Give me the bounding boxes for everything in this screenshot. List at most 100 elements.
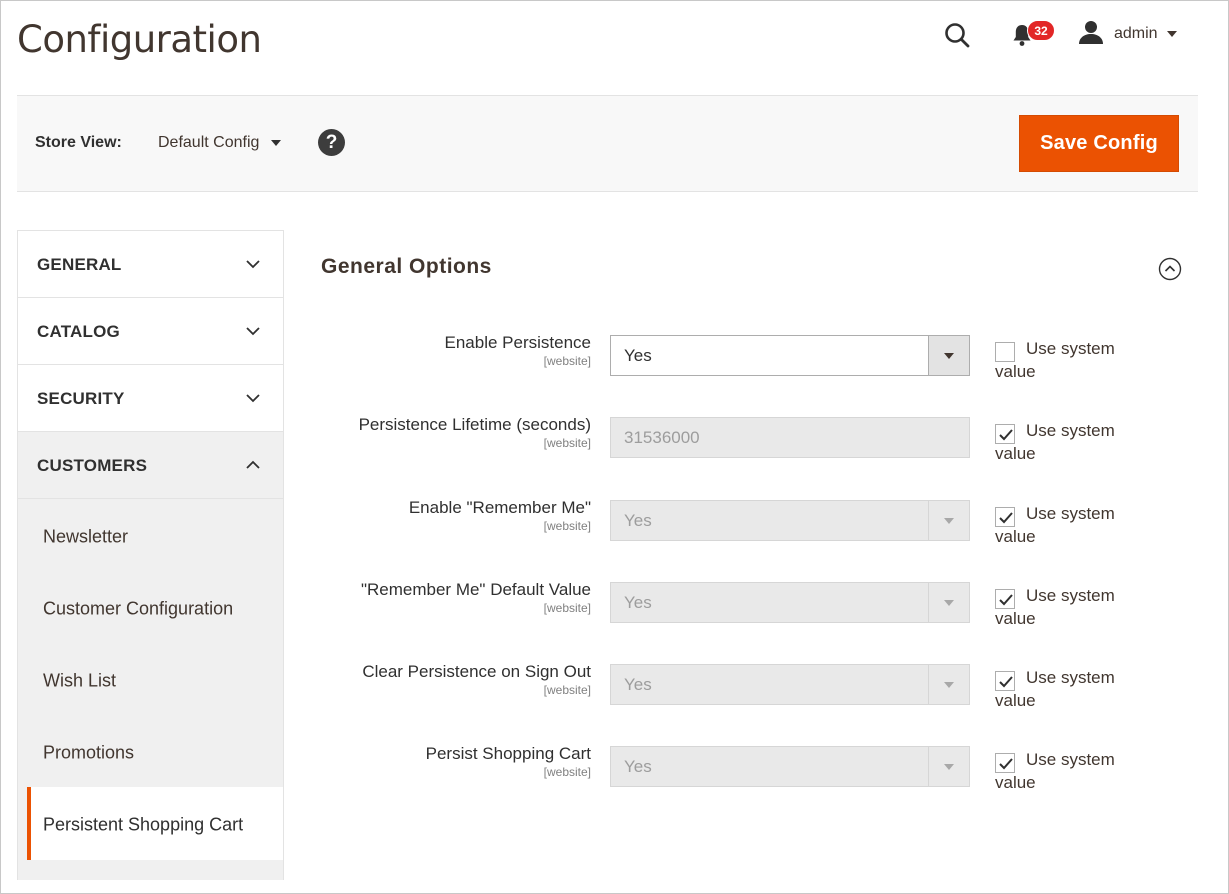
sidebar-item-newsletter[interactable]: Newsletter <box>18 499 283 571</box>
field-scope: [website] <box>543 765 591 779</box>
use-system-label-line2: value <box>995 362 1036 381</box>
use-system-label: Use system <box>1026 586 1115 605</box>
field-row-persist-shopping-cart: Persist Shopping Cart [website] Yes Use … <box>300 744 1180 814</box>
field-row-clear-persistence: Clear Persistence on Sign Out [website] … <box>300 662 1180 732</box>
user-icon <box>1078 20 1104 49</box>
sidebar-item-customer-configuration[interactable]: Customer Configuration <box>18 571 283 643</box>
use-system-checkbox[interactable] <box>995 753 1015 773</box>
dropdown-arrow-icon <box>928 665 969 704</box>
use-system-checkbox[interactable] <box>995 424 1015 444</box>
field-label-block: Clear Persistence on Sign Out [website] <box>271 662 591 698</box>
sidebar-section-label: SECURITY <box>37 389 125 408</box>
check-icon <box>999 429 1013 441</box>
field-label-block: Enable "Remember Me" [website] <box>271 498 591 534</box>
sidebar-item-wish-list[interactable]: Wish List <box>18 643 283 715</box>
chevron-down-icon <box>246 260 260 269</box>
field-row-enable-remember-me: Enable "Remember Me" [website] Yes Use s… <box>300 498 1180 568</box>
user-menu[interactable]: admin <box>1078 20 1177 48</box>
remember-me-default-select[interactable]: Yes <box>610 582 970 623</box>
save-config-button[interactable]: Save Config <box>1019 115 1179 172</box>
use-system-label: Use system <box>1026 668 1115 687</box>
use-system-value[interactable]: Use system value <box>995 419 1155 465</box>
check-icon <box>999 676 1013 688</box>
field-scope: [website] <box>543 354 591 368</box>
select-value: Yes <box>624 511 652 530</box>
sidebar-section-label: GENERAL <box>37 255 122 274</box>
dropdown-arrow-icon <box>928 336 969 375</box>
field-scope: [website] <box>543 519 591 533</box>
use-system-label: Use system <box>1026 421 1115 440</box>
customers-submenu: Newsletter Customer Configuration Wish L… <box>17 498 284 860</box>
sidebar-section-security[interactable]: SECURITY <box>17 364 284 431</box>
use-system-value[interactable]: Use system value <box>995 502 1155 548</box>
enable-persistence-select[interactable]: Yes <box>610 335 970 376</box>
sidebar-item-promotions[interactable]: Promotions <box>18 715 283 787</box>
use-system-label-line2: value <box>995 527 1036 546</box>
search-icon[interactable] <box>943 21 971 49</box>
field-row-remember-me-default: "Remember Me" Default Value [website] Ye… <box>300 580 1180 650</box>
sidebar-tail <box>17 860 284 880</box>
input-value: 31536000 <box>624 428 700 447</box>
clear-persistence-select[interactable]: Yes <box>610 664 970 705</box>
config-sidebar: GENERAL CATALOG SECURITY CUSTOMERS Newsl… <box>17 230 284 880</box>
use-system-label-line2: value <box>995 609 1036 628</box>
use-system-label-line2: value <box>995 773 1036 792</box>
check-icon <box>999 512 1013 524</box>
help-icon[interactable]: ? <box>318 129 345 156</box>
sidebar-item-label: Customer Configuration <box>43 598 234 619</box>
store-view-bar: Store View: Default Config ? Save Config <box>17 95 1198 192</box>
persistence-lifetime-input[interactable]: 31536000 <box>610 417 970 458</box>
field-label: Enable Persistence <box>444 333 591 352</box>
chevron-up-circle-icon[interactable] <box>1158 257 1182 281</box>
use-system-value[interactable]: Use system value <box>995 748 1155 794</box>
field-label-block: Persistence Lifetime (seconds) [website] <box>271 415 591 451</box>
select-value: Yes <box>624 675 652 694</box>
sidebar-section-catalog[interactable]: CATALOG <box>17 297 284 364</box>
dropdown-arrow-icon <box>928 747 969 786</box>
dropdown-arrow-icon <box>928 583 969 622</box>
sidebar-item-label: Wish List <box>43 670 117 691</box>
field-label: Persist Shopping Cart <box>425 744 591 763</box>
sidebar-item-label: Persistent Shopping Cart <box>43 814 244 835</box>
select-value: Yes <box>624 346 652 365</box>
caret-down-icon <box>1166 31 1177 37</box>
field-scope: [website] <box>543 683 591 697</box>
caret-down-icon <box>271 140 282 146</box>
field-label-block: "Remember Me" Default Value [website] <box>271 580 591 616</box>
field-label-block: Enable Persistence [website] <box>271 333 591 369</box>
sidebar-section-label: CATALOG <box>37 322 120 341</box>
use-system-label-line2: value <box>995 444 1036 463</box>
select-value: Yes <box>624 757 652 776</box>
store-view-switcher[interactable]: Default Config <box>158 134 282 152</box>
field-label: Clear Persistence on Sign Out <box>362 662 591 681</box>
enable-remember-me-select[interactable]: Yes <box>610 500 970 541</box>
use-system-checkbox[interactable] <box>995 589 1015 609</box>
sidebar-section-general[interactable]: GENERAL <box>17 230 284 297</box>
user-name: admin <box>1114 25 1158 42</box>
sidebar-item-label: Promotions <box>43 742 135 763</box>
chevron-up-icon <box>246 460 260 469</box>
use-system-label: Use system <box>1026 750 1115 769</box>
store-view-label: Store View: <box>35 134 122 151</box>
sidebar-section-label: CUSTOMERS <box>37 456 148 475</box>
use-system-value[interactable]: Use system value <box>995 584 1155 630</box>
use-system-value[interactable]: Use system value <box>995 337 1155 383</box>
page-title: Configuration <box>17 18 262 61</box>
use-system-value[interactable]: Use system value <box>995 666 1155 712</box>
sidebar-item-label: Newsletter <box>43 526 129 547</box>
field-label-block: Persist Shopping Cart [website] <box>271 744 591 780</box>
use-system-label: Use system <box>1026 504 1115 523</box>
use-system-checkbox[interactable] <box>995 671 1015 691</box>
notification-count-badge[interactable]: 32 <box>1027 20 1055 41</box>
select-value: Yes <box>624 593 652 612</box>
persist-shopping-cart-select[interactable]: Yes <box>610 746 970 787</box>
sidebar-item-persistent-shopping-cart[interactable]: Persistent Shopping Cart <box>27 787 283 860</box>
use-system-checkbox[interactable] <box>995 342 1015 362</box>
section-title[interactable]: General Options <box>321 255 492 279</box>
store-view-value: Default Config <box>158 134 260 151</box>
dropdown-arrow-icon <box>928 501 969 540</box>
sidebar-section-customers[interactable]: CUSTOMERS <box>17 431 284 498</box>
use-system-checkbox[interactable] <box>995 507 1015 527</box>
use-system-label: Use system <box>1026 339 1115 358</box>
check-icon <box>999 758 1013 770</box>
